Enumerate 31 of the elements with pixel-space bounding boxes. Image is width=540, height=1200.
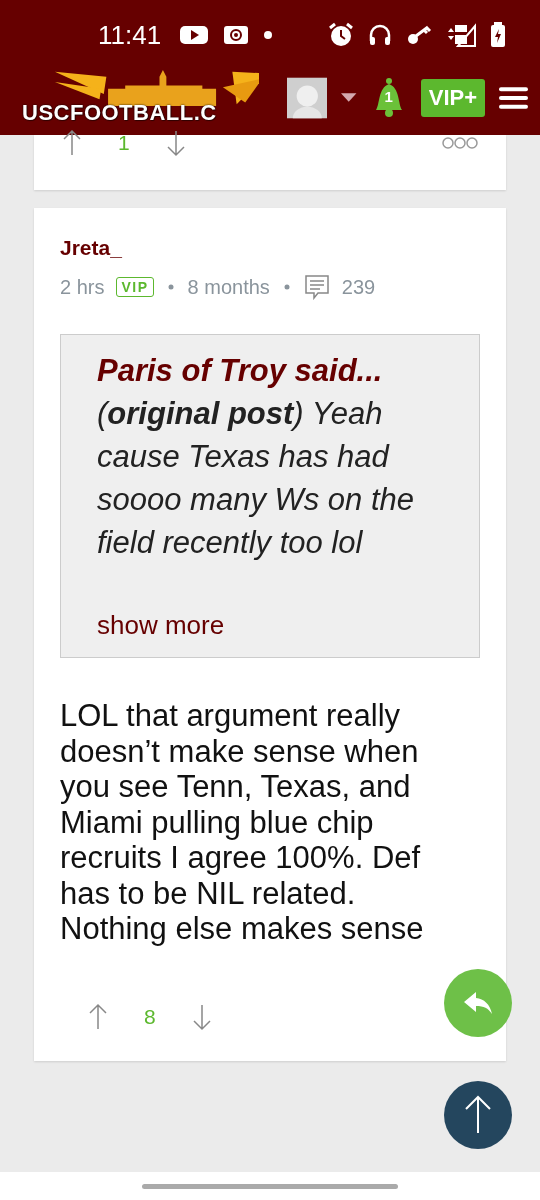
message-icon bbox=[303, 274, 330, 300]
headphones-icon bbox=[368, 23, 392, 47]
arrow-up-icon bbox=[463, 1095, 493, 1135]
alarm-icon bbox=[328, 22, 354, 48]
member-tenure: 8 months bbox=[187, 275, 270, 299]
post-time: 2 hrs bbox=[60, 275, 105, 299]
quote-author[interactable]: Paris of Troy said... bbox=[97, 349, 439, 392]
play-icon bbox=[179, 24, 210, 46]
menu-icon[interactable] bbox=[499, 85, 528, 111]
dot-icon bbox=[263, 30, 274, 40]
caret-icon[interactable] bbox=[341, 93, 357, 103]
post-count: 239 bbox=[341, 275, 376, 299]
vote-score: 8 bbox=[144, 1004, 156, 1029]
downvote-icon[interactable] bbox=[165, 129, 186, 157]
more-icon[interactable] bbox=[442, 136, 478, 150]
vip-badge: VIP bbox=[116, 277, 154, 297]
radio-icon bbox=[223, 24, 250, 46]
post-text: LOL that argument really doesn’t make sense when you see Tenn, Texas, and Miami pulling blue chip recruits I agree 100%. Def has to be NIL related. Nothing else makes sense bbox=[60, 698, 425, 947]
author-name[interactable]: Jreta_ bbox=[60, 236, 480, 260]
quote-text: (original post) Yeah cause Texas has had soooo many Ws on the field recently too lol bbox=[97, 396, 415, 560]
key-icon bbox=[406, 23, 432, 47]
logo-text[interactable]: USCFOOTBALL.C bbox=[22, 100, 217, 126]
show-more-link[interactable]: show more bbox=[97, 610, 225, 641]
vote-score: 1 bbox=[118, 131, 130, 155]
upvote-icon[interactable] bbox=[62, 129, 82, 157]
cellular-signal-icon bbox=[446, 22, 476, 48]
separator-dot-icon bbox=[167, 284, 174, 290]
clock-time: 11:41 bbox=[98, 19, 162, 51]
separator-dot-icon bbox=[283, 284, 290, 290]
avatar-icon[interactable] bbox=[286, 77, 328, 119]
battery-icon bbox=[490, 22, 506, 48]
